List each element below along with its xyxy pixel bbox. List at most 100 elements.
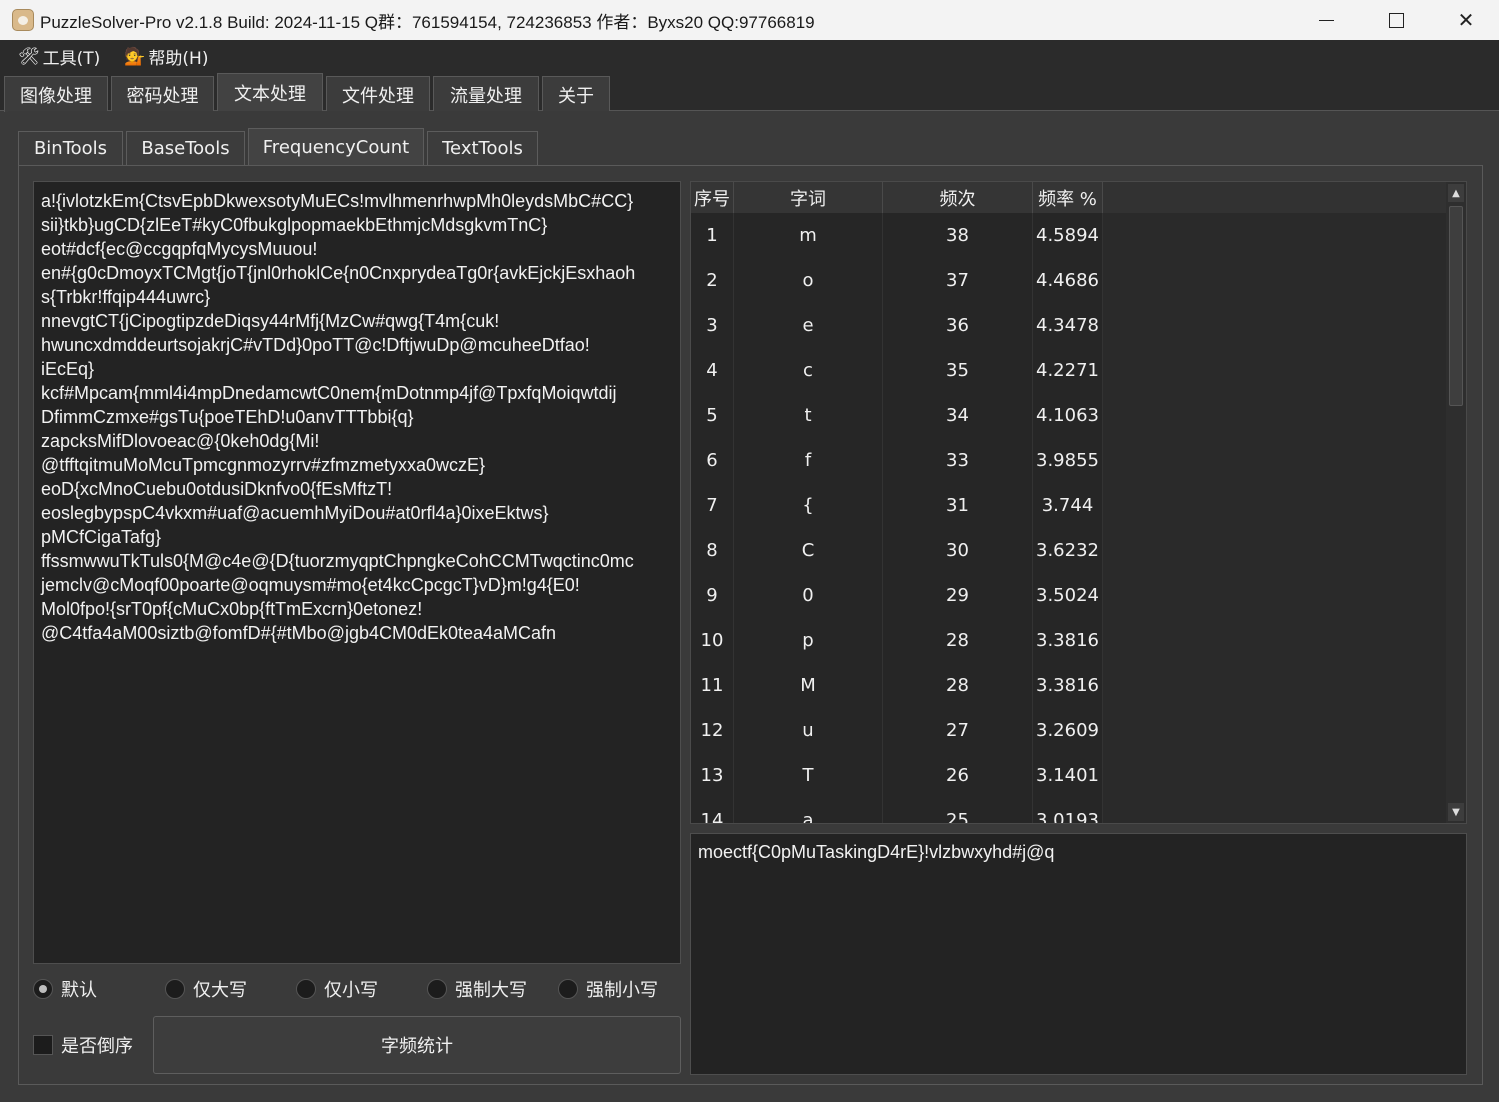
table-row[interactable]: 6 f 33 3.9855 xyxy=(691,438,1103,483)
cell-index: 14 xyxy=(691,798,734,823)
cell-word: e xyxy=(734,303,883,348)
cell-frequency: 3.744 xyxy=(1033,483,1103,528)
close-icon: ✕ xyxy=(1457,8,1475,32)
cell-word: t xyxy=(734,393,883,438)
radio-lowercase-only[interactable]: 仅小写 xyxy=(296,977,378,1001)
radio-dot xyxy=(296,979,316,999)
menu-help[interactable]: 💁 帮助(H) xyxy=(124,44,208,70)
table-row[interactable]: 11 M 28 3.3816 xyxy=(691,663,1103,708)
maximize-button[interactable] xyxy=(1361,0,1431,40)
table-row[interactable]: 14 a 25 3.0193 xyxy=(691,798,1103,823)
radio-label: 强制大写 xyxy=(455,980,527,1001)
scroll-up-arrow-icon[interactable]: ▲ xyxy=(1448,184,1464,202)
app-sheep-icon xyxy=(12,9,34,31)
cell-word: 0 xyxy=(734,573,883,618)
close-button[interactable]: ✕ xyxy=(1431,0,1499,40)
radio-dot xyxy=(558,979,578,999)
cell-frequency: 4.2271 xyxy=(1033,348,1103,393)
frequency-table: 序号 字词 频次 频率 % 1 m 38 4.5894 2 o 37 4.4686 3 e 36 4.… xyxy=(690,181,1467,824)
cell-frequency: 4.3478 xyxy=(1033,303,1103,348)
radio-force-uppercase[interactable]: 强制大写 xyxy=(427,977,527,1001)
tab-traffic[interactable]: 流量处理 xyxy=(433,76,539,112)
cell-frequency: 4.5894 xyxy=(1033,213,1103,258)
cell-frequency: 3.2609 xyxy=(1033,708,1103,753)
subtab-frequencycount[interactable]: FrequencyCount xyxy=(248,128,424,166)
tab-crypto[interactable]: 密码处理 xyxy=(111,76,214,112)
subtab-texttools[interactable]: TextTools xyxy=(427,131,538,165)
cell-index: 4 xyxy=(691,348,734,393)
minimize-button[interactable] xyxy=(1291,0,1361,40)
cell-index: 11 xyxy=(691,663,734,708)
radio-dot xyxy=(427,979,447,999)
header-index[interactable]: 序号 xyxy=(691,182,734,213)
maximize-icon xyxy=(1388,12,1404,28)
frequency-count-button[interactable]: 字频统计 xyxy=(153,1016,681,1074)
subtab-bintools[interactable]: BinTools xyxy=(18,131,123,165)
cell-index: 2 xyxy=(691,258,734,303)
reverse-order-checkbox[interactable]: 是否倒序 xyxy=(33,1032,133,1058)
radio-label: 强制小写 xyxy=(586,980,658,1001)
scroll-down-arrow-icon[interactable]: ▼ xyxy=(1448,803,1464,821)
cell-word: f xyxy=(734,438,883,483)
tab-about[interactable]: 关于 xyxy=(542,76,610,112)
table-row[interactable]: 7{31 3.744 xyxy=(691,483,1103,528)
cell-word: p xyxy=(734,618,883,663)
table-row[interactable]: 4 c 35 4.2271 xyxy=(691,348,1103,393)
cell-word: a xyxy=(734,798,883,823)
cell-frequency: 3.0193 xyxy=(1033,798,1103,823)
tab-text[interactable]: 文本处理 xyxy=(217,73,323,112)
table-scrollbar[interactable]: ▲ ▼ xyxy=(1446,182,1466,823)
header-count[interactable]: 频次 xyxy=(883,182,1033,213)
reverse-order-label: 是否倒序 xyxy=(61,1036,133,1057)
subtab-basetools[interactable]: BaseTools xyxy=(126,131,245,165)
menu-tools[interactable]: 🛠 工具(T) xyxy=(18,44,101,70)
table-row[interactable]: 2 o 37 4.4686 xyxy=(691,258,1103,303)
cell-count: 35 xyxy=(883,348,1033,393)
minimize-icon xyxy=(1318,19,1334,21)
radio-dot xyxy=(33,979,53,999)
cell-word: { xyxy=(734,483,883,528)
tab-image[interactable]: 图像处理 xyxy=(4,76,108,112)
cell-index: 5 xyxy=(691,393,734,438)
cell-count: 33 xyxy=(883,438,1033,483)
header-word[interactable]: 字词 xyxy=(734,182,883,213)
cell-frequency: 3.1401 xyxy=(1033,753,1103,798)
header-frequency[interactable]: 频率 % xyxy=(1033,182,1103,213)
result-textarea[interactable]: moectf{C0pMuTaskingD4rE}!vlzbwxyhd#j@q xyxy=(690,833,1467,1075)
cell-frequency: 3.5024 xyxy=(1033,573,1103,618)
cell-count: 25 xyxy=(883,798,1033,823)
cell-word: T xyxy=(734,753,883,798)
cell-index: 10 xyxy=(691,618,734,663)
table-row[interactable]: 5 t 34 4.1063 xyxy=(691,393,1103,438)
window-title: PuzzleSolver-Pro v2.1.8 Build: 2024-11-1… xyxy=(40,12,815,32)
help-person-icon: 💁 xyxy=(124,46,146,67)
cell-count: 30 xyxy=(883,528,1033,573)
cell-index: 8 xyxy=(691,528,734,573)
table-row[interactable]: 10 p 28 3.3816 xyxy=(691,618,1103,663)
menu-tools-label: 工具(T) xyxy=(42,49,101,69)
table-header: 序号 字词 频次 频率 % xyxy=(691,182,1451,213)
cell-index: 13 xyxy=(691,753,734,798)
tab-file[interactable]: 文件处理 xyxy=(326,76,430,112)
input-textarea[interactable]: a!{ivlotzkEm{CtsvEpbDkwexsotyMuECs!mvlhm… xyxy=(33,181,681,964)
cell-count: 36 xyxy=(883,303,1033,348)
table-row[interactable]: 9 0 29 3.5024 xyxy=(691,573,1103,618)
cell-index: 7 xyxy=(691,483,734,528)
table-row[interactable]: 8 C 30 3.6232 xyxy=(691,528,1103,573)
cell-count: 26 xyxy=(883,753,1033,798)
radio-force-lowercase[interactable]: 强制小写 xyxy=(558,977,658,1001)
radio-default[interactable]: 默认 xyxy=(33,977,97,1001)
table-row[interactable]: 1 m 38 4.5894 xyxy=(691,213,1103,258)
cell-word: m xyxy=(734,213,883,258)
radio-uppercase-only[interactable]: 仅大写 xyxy=(165,977,247,1001)
scroll-thumb[interactable] xyxy=(1449,206,1463,406)
table-row[interactable]: 12 u 27 3.2609 xyxy=(691,708,1103,753)
radio-dot xyxy=(165,979,185,999)
radio-label: 默认 xyxy=(61,980,97,1001)
checkbox-box xyxy=(33,1035,53,1055)
table-row[interactable]: 3 e 36 4.3478 xyxy=(691,303,1103,348)
cell-frequency: 3.6232 xyxy=(1033,528,1103,573)
title-bar: PuzzleSolver-Pro v2.1.8 Build: 2024-11-1… xyxy=(0,0,1499,40)
table-row[interactable]: 13 T 26 3.1401 xyxy=(691,753,1103,798)
cell-count: 29 xyxy=(883,573,1033,618)
